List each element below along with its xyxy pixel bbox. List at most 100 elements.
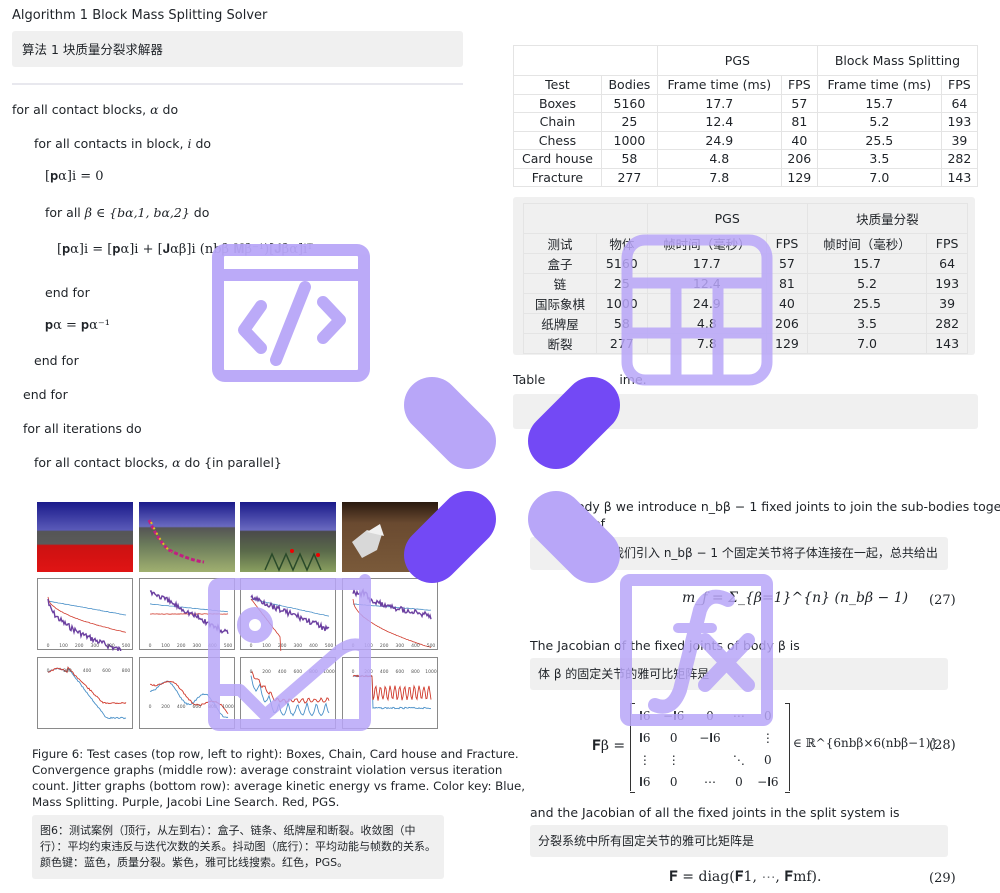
- algorithm-title-zh: 算法 1 块质量分裂求解器: [22, 42, 163, 57]
- axis-tick-label: 0: [47, 643, 50, 649]
- table-cell: 12.4: [646, 273, 768, 294]
- table-cell: 282: [940, 149, 979, 169]
- table-cell: 25.5: [806, 293, 928, 314]
- matrix-cell: 0: [706, 709, 714, 723]
- fracture-icon: [352, 524, 384, 558]
- algorithm-title: Algorithm 1 Block Mass Splitting Solver: [12, 8, 268, 23]
- equation-27: m_f = Σ_{β=1}^{n} (n_bβ − 1): [682, 590, 909, 606]
- table-group-header: [513, 45, 658, 76]
- matrix-cell: 0: [735, 775, 743, 789]
- table-cell: Fracture: [513, 167, 602, 187]
- algo-line: end for: [45, 285, 90, 300]
- axis-tick-label: 500: [224, 643, 233, 649]
- algo-line: for all iterations do: [23, 421, 142, 436]
- equation-28-rhs: ∈ ℝ^{6nbβ×6(nbβ−1)}: [793, 736, 939, 750]
- table-cell: 58: [600, 149, 658, 169]
- table-cell: 1000: [596, 293, 648, 314]
- table-header: FPS: [766, 233, 808, 254]
- table-cell: 81: [780, 112, 818, 132]
- table-row: 链 25 12.4 81 5.2 193: [522, 273, 968, 294]
- equation-28-lhs: 𝐅β =: [592, 738, 626, 754]
- caption-line: count. Jitter graphs (bottom row): avera…: [32, 779, 526, 793]
- table-cell: 206: [766, 313, 808, 334]
- table-cell: 链: [522, 273, 598, 294]
- series-pgs: [352, 674, 432, 702]
- paragraph-fixed-joints-cont: tal of: [573, 516, 606, 531]
- table-cell: 57: [766, 253, 808, 274]
- axis-tick-label: 400: [106, 643, 115, 649]
- table-header: Test: [513, 75, 602, 95]
- axis-tick-label: 400: [380, 669, 389, 675]
- table-cell: 282: [926, 313, 968, 334]
- axis-tick-label: 100: [364, 643, 373, 649]
- table-row: Boxes 5160 17.7 57 15.7 64: [513, 93, 979, 113]
- equation-28-matrix: 𝐈6 −𝐈6 0 ⋯ 0 𝐈6 0 −𝐈6 ⋮ ⋮ ⋮ ⋱ 0 𝐈6 0 ⋯ 0 −𝐈6: [630, 703, 790, 793]
- axis-tick-label: 400: [278, 669, 287, 675]
- table-header: Bodies: [600, 75, 658, 95]
- axis-tick-label: 0: [250, 643, 253, 649]
- table-cell: 17.7: [646, 253, 768, 274]
- axis-tick-label: 100: [59, 643, 68, 649]
- axis-tick-label: 1000: [323, 669, 335, 675]
- algorithm-title-translation-box: 算法 1 块质量分裂求解器: [12, 31, 463, 67]
- matrix-cell: ⋱: [732, 753, 745, 767]
- table-row: 国际象棋 1000 24.9 40 25.5 39: [522, 293, 968, 314]
- axis-tick-label: 200: [364, 669, 373, 675]
- axis-tick-label: 400: [177, 704, 186, 710]
- convergence-graph-chain: 0 100 200 300 400 500: [139, 578, 235, 650]
- caption-line: Mass Splitting. Purple, Jacobi Line Sear…: [32, 795, 340, 809]
- table-cell: 24.9: [646, 293, 768, 314]
- table-cell: 4.8: [656, 149, 782, 169]
- axis-tick-label: 200: [177, 643, 186, 649]
- axis-tick-label: 300: [396, 643, 405, 649]
- matrix-row: 𝐈6 0 −𝐈6 ⋮: [634, 727, 786, 749]
- table-cell: 3.5: [806, 313, 928, 334]
- table-cell: 12.4: [656, 112, 782, 132]
- paragraph-fixed-joints: h body β we introduce n_bβ − 1 fixed joi…: [557, 499, 1000, 514]
- axis-tick-label: 300: [294, 643, 303, 649]
- matrix-cell: 𝐈6: [639, 730, 651, 745]
- axis-tick-label: 600: [193, 704, 202, 710]
- axis-tick-label: 800: [411, 669, 420, 675]
- paragraph-jacobian-body-translation-box: 体 β 的固定关节的雅可比矩阵是: [530, 658, 948, 690]
- paragraph-jacobian-body: The Jacobian of the fixed joints of body…: [530, 638, 800, 653]
- table-cell: 193: [926, 273, 968, 294]
- jitter-graph-fracture: 0 200 400 600 800 1000: [342, 657, 438, 729]
- thumbnail-fracture: [342, 502, 438, 572]
- table-cell: Chain: [513, 112, 602, 132]
- table-caption: Table ime.: [513, 372, 647, 387]
- table-cell: 5.2: [806, 273, 928, 294]
- axis-tick-label: 200: [63, 668, 72, 674]
- axis-tick-label: 1000: [222, 704, 234, 710]
- convergence-graph-boxes: 0 100 200 300 400 500: [37, 578, 133, 651]
- axis-tick-label: 200: [161, 704, 170, 710]
- table-row: Fracture 277 7.8 129 7.0 143: [513, 167, 979, 187]
- thumbnail-boxes: [37, 502, 133, 572]
- table-row: Chain 25 12.4 81 5.2 193: [513, 112, 979, 132]
- algo-line: end for: [23, 387, 68, 402]
- series-mass-splitting: [250, 598, 330, 617]
- table-cell: Card house: [513, 149, 602, 169]
- table-cell: 5160: [600, 93, 658, 113]
- matrix-cell: [692, 749, 728, 771]
- table-row: 盒子 5160 17.7 57 15.7 64: [522, 253, 968, 274]
- matrix-cell: 0: [764, 753, 772, 767]
- algo-line: for all contact blocks, α do: [12, 102, 179, 117]
- table-cell: 129: [780, 167, 818, 187]
- axis-tick-label: 100: [262, 643, 271, 649]
- table-cell: 5.2: [816, 112, 942, 132]
- matrix-cell: ⋯: [732, 709, 745, 723]
- axis-tick-label: 600: [294, 669, 303, 675]
- table-cell: Chess: [513, 130, 602, 150]
- jitter-graph-boxes: 0 200 400 600 800: [37, 657, 133, 729]
- axis-tick-label: 200: [75, 643, 84, 649]
- logo-pill-top-left: [404, 377, 496, 469]
- matrix-cell: 0: [669, 731, 678, 745]
- table-cell: 64: [940, 93, 979, 113]
- table-row: Chess 1000 24.9 40 25.5 39: [513, 130, 979, 150]
- caption-zh-line: 图6：测试案例（顶行，从左到右）：盒子、链条、纸牌屋和断裂。收敛图（中: [40, 824, 416, 837]
- algo-line: for all contact blocks, α do {in paralle…: [34, 455, 282, 470]
- divider: [12, 83, 463, 85]
- table-cell: 4.8: [646, 313, 768, 334]
- paragraph-fixed-joints-translation-box: 我们引入 n_bβ − 1 个固定关节将子体连接在一起，总共给出: [530, 537, 948, 570]
